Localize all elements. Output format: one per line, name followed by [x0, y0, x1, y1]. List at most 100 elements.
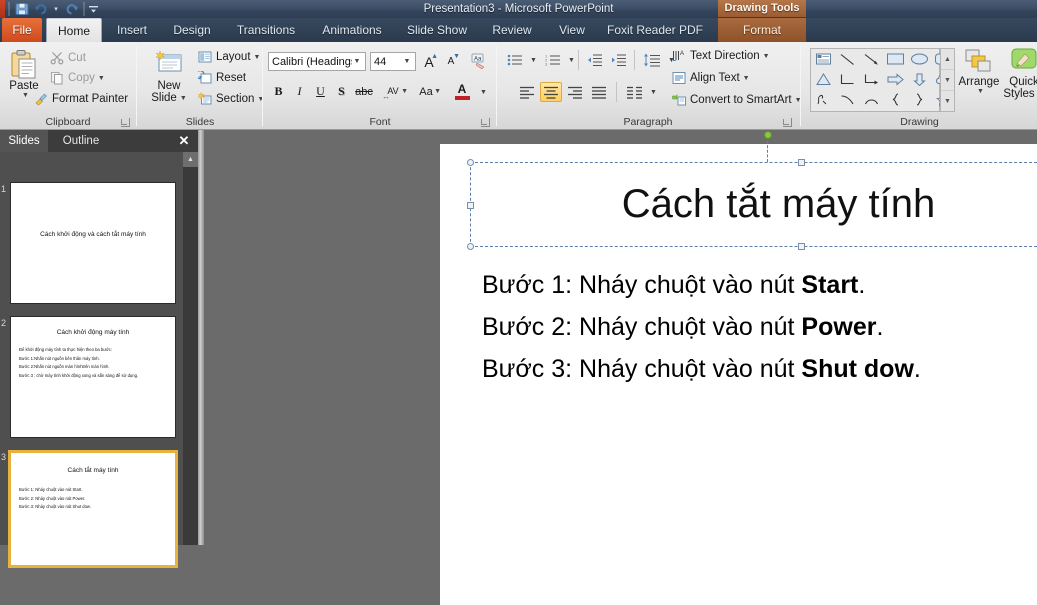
font-name-dropdown-icon[interactable]: ▼: [350, 53, 364, 70]
strikethrough-button[interactable]: abc: [353, 82, 375, 101]
align-left-button[interactable]: [516, 82, 538, 102]
align-right-button[interactable]: [564, 82, 586, 102]
line-1-prefix: Bước 1: Nháy chuột vào nút: [482, 271, 801, 299]
paragraph-dialog-launcher[interactable]: [783, 118, 792, 127]
align-text-button[interactable]: Align Text ▼: [670, 70, 752, 86]
character-spacing-button[interactable]: AV ↔ ▼: [378, 82, 408, 101]
format-painter-button[interactable]: Format Painter: [32, 91, 130, 107]
slide-thumbnail-3[interactable]: Cách tắt máy tính Bước 1: Nháy chuột vào…: [8, 450, 178, 568]
layout-button[interactable]: Layout ▼: [196, 49, 262, 65]
arrange-icon: [964, 48, 994, 76]
shapes-scroll-down-icon[interactable]: ▼: [941, 70, 954, 91]
quick-styles-icon: [1009, 48, 1037, 76]
quick-access-toolbar[interactable]: ▾: [5, 0, 99, 18]
tab-outline[interactable]: Outline: [48, 130, 114, 152]
numbering-dropdown-icon[interactable]: ▼: [568, 57, 575, 64]
tab-animations[interactable]: Animations: [310, 18, 394, 42]
undo-icon[interactable]: [31, 1, 50, 18]
italic-button[interactable]: I: [290, 82, 309, 101]
bullets-dropdown-icon[interactable]: ▼: [530, 57, 537, 64]
shapes-scroll-up-icon[interactable]: ▲: [941, 49, 954, 70]
text-direction-dropdown-icon[interactable]: ▼: [763, 53, 770, 60]
group-label-drawing: Drawing: [802, 116, 1037, 128]
font-size-dropdown-icon[interactable]: ▼: [400, 53, 414, 70]
slide-pane-scrollbar[interactable]: ▲: [183, 152, 198, 545]
shapes-gallery-scrollbar[interactable]: ▲ ▼ ▼: [940, 48, 955, 112]
customize-qat-icon[interactable]: [87, 1, 99, 18]
slide-thumbnail-1[interactable]: Cách khởi động và cách tắt máy tính: [10, 182, 176, 304]
format-painter-label: Format Painter: [52, 93, 128, 105]
arrange-dropdown-icon[interactable]: ▼: [977, 88, 984, 95]
tab-design[interactable]: Design: [162, 18, 222, 42]
copy-label: Copy: [68, 72, 95, 84]
text-direction-button[interactable]: A Text Direction ▼: [670, 48, 772, 64]
tab-foxit-reader-pdf[interactable]: Foxit Reader PDF: [600, 18, 710, 42]
close-pane-icon[interactable]: ✕: [176, 133, 192, 149]
tab-transitions[interactable]: Transitions: [224, 18, 308, 42]
slide-thumbnail-2[interactable]: Cách khởi động máy tính Để khởi động máy…: [10, 316, 176, 438]
ribbon-separator-2: [262, 46, 263, 126]
tab-slides[interactable]: Slides: [0, 130, 48, 152]
slide-canvas[interactable]: Cách tắt máy tính Bước 1: Nháy chuột vào…: [440, 144, 1037, 605]
font-color-dropdown-icon[interactable]: ▼: [480, 89, 487, 96]
columns-dropdown-icon[interactable]: ▼: [650, 89, 657, 96]
tab-slide-show[interactable]: Slide Show: [396, 18, 478, 42]
new-slide-dropdown-icon[interactable]: ▼: [180, 95, 187, 102]
bold-button[interactable]: B: [269, 82, 288, 101]
align-text-dropdown-icon[interactable]: ▼: [743, 75, 750, 82]
change-case-dropdown-icon[interactable]: ▼: [434, 88, 441, 95]
bullets-button[interactable]: [504, 50, 526, 70]
shrink-font-button[interactable]: A ▼: [441, 52, 461, 71]
columns-button[interactable]: [622, 82, 646, 102]
shapes-gallery[interactable]: [810, 48, 940, 112]
tab-insert[interactable]: Insert: [104, 18, 160, 42]
numbering-button[interactable]: 1 2 3: [542, 50, 564, 70]
layout-dropdown-icon[interactable]: ▼: [254, 54, 261, 61]
font-color-icon: A: [458, 83, 467, 95]
clipboard-dialog-launcher[interactable]: [121, 118, 130, 127]
slide-body-content[interactable]: Bước 1: Nháy chuột vào nút Start. Bước 2…: [482, 264, 1037, 390]
tab-view[interactable]: View: [546, 18, 598, 42]
underline-button[interactable]: U: [311, 82, 330, 101]
tab-format[interactable]: Format: [718, 18, 806, 42]
redo-icon[interactable]: [62, 1, 81, 18]
font-color-swatch: [455, 96, 470, 100]
quick-styles-button[interactable]: Quick Styles ▼: [1002, 48, 1037, 100]
copy-button[interactable]: Copy ▼: [48, 70, 107, 86]
reset-button[interactable]: Reset: [196, 70, 248, 86]
save-icon[interactable]: [12, 1, 31, 18]
group-label-clipboard: Clipboard: [0, 116, 136, 128]
justify-button[interactable]: [588, 82, 610, 102]
line-spacing-button[interactable]: [640, 50, 664, 70]
font-size-combobox[interactable]: 44 ▼: [370, 52, 416, 71]
text-shadow-button[interactable]: S: [332, 82, 351, 101]
section-button[interactable]: Section ▼: [196, 91, 266, 107]
tab-review[interactable]: Review: [480, 18, 544, 42]
clear-formatting-button[interactable]: Aa: [468, 50, 490, 72]
convert-to-smartart-button[interactable]: Convert to SmartArt ▼: [670, 92, 804, 108]
undo-dropdown-icon[interactable]: ▾: [50, 1, 62, 18]
line-2-bold: Power: [801, 313, 876, 341]
slide-thumbnail-list[interactable]: 1 Cách khởi động và cách tắt máy tính 2 …: [0, 152, 198, 545]
rotation-handle[interactable]: [764, 131, 772, 139]
align-center-button[interactable]: [540, 82, 562, 102]
tab-file[interactable]: File: [2, 18, 42, 42]
slide-title-text[interactable]: Cách tắt máy tính: [470, 162, 1037, 247]
increase-indent-button[interactable]: [608, 50, 630, 70]
change-case-button[interactable]: Aa ▼: [411, 82, 441, 101]
scroll-up-icon[interactable]: ▲: [183, 152, 198, 167]
paste-dropdown-icon[interactable]: ▼: [22, 92, 29, 99]
tab-home[interactable]: Home: [46, 18, 102, 42]
font-name-combobox[interactable]: Calibri (Headings) ▼: [268, 52, 366, 71]
copy-dropdown-icon[interactable]: ▼: [98, 75, 105, 82]
character-spacing-dropdown-icon[interactable]: ▼: [401, 88, 408, 95]
slide-body-line-3: Bước 3: Nháy chuột vào nút Shut dow.: [482, 348, 1037, 390]
arrange-button[interactable]: Arrange ▼: [958, 48, 1000, 95]
new-slide-button[interactable]: New Slide ▼: [144, 50, 194, 104]
font-dialog-launcher[interactable]: [481, 118, 490, 127]
grow-font-button[interactable]: A ▲: [419, 52, 439, 71]
cut-button[interactable]: Cut: [48, 50, 88, 66]
decrease-indent-button[interactable]: [584, 50, 606, 70]
font-color-button[interactable]: A: [450, 80, 474, 103]
shapes-more-icon[interactable]: ▼: [941, 91, 954, 111]
